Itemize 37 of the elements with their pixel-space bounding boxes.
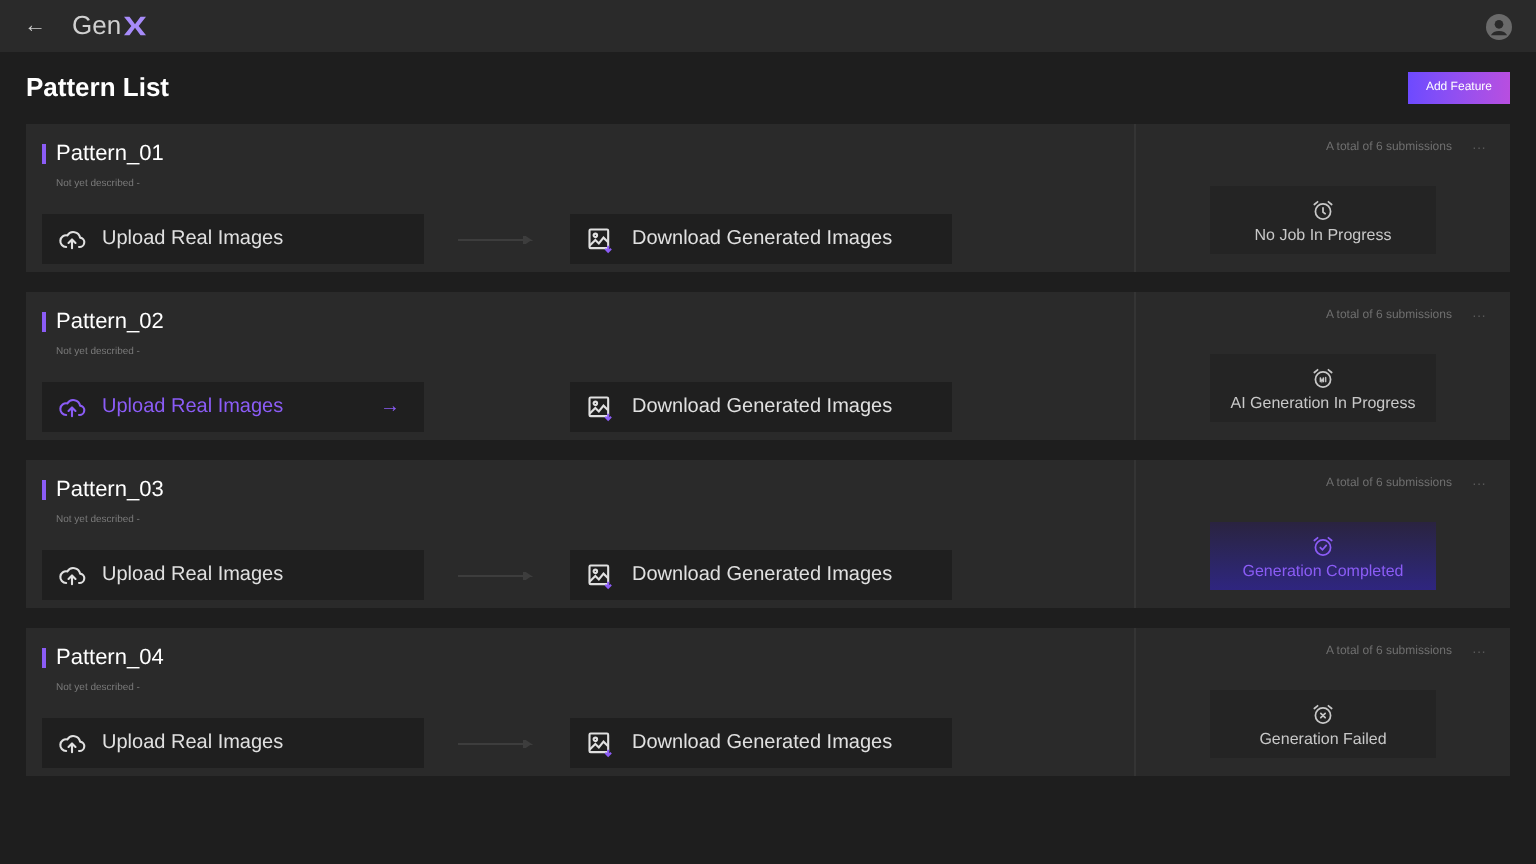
image-download-icon <box>586 393 614 421</box>
cloud-upload-icon <box>58 729 86 757</box>
download-button[interactable]: Download Generated Images <box>570 214 952 264</box>
job-status-text: AI Generation In Progress <box>1230 395 1416 411</box>
image-download-icon <box>586 561 614 589</box>
page-title: Pattern List <box>26 70 170 107</box>
upload-button[interactable]: Upload Real Images <box>42 550 424 600</box>
accent-bar <box>42 312 46 333</box>
image-download-icon <box>586 225 614 253</box>
job-status-text: Generation Failed <box>1259 731 1387 747</box>
job-status-text: Generation Completed <box>1242 563 1404 579</box>
pattern-name: Pattern_02 <box>56 308 164 338</box>
alarm-clock-icon <box>1310 197 1336 223</box>
x-mark-icon <box>123 16 146 36</box>
job-status-text: No Job In Progress <box>1254 227 1392 243</box>
user-avatar-icon[interactable] <box>1486 13 1512 39</box>
image-download-icon <box>586 729 614 757</box>
alarm-check-icon <box>1310 533 1336 559</box>
alarm-clock-icon <box>1310 365 1336 391</box>
cloud-upload-icon <box>58 561 86 589</box>
pattern-name: Pattern_04 <box>56 644 164 674</box>
pattern-name: Pattern_03 <box>56 476 164 506</box>
download-button[interactable]: Download Generated Images <box>570 382 952 432</box>
cloud-upload-icon <box>58 225 86 253</box>
upload-button[interactable]: Upload Real Images <box>42 214 424 264</box>
back-button[interactable]: ← <box>24 15 46 37</box>
brand-logo: Gen <box>72 6 146 46</box>
pattern-name: Pattern_01 <box>56 140 164 170</box>
download-button[interactable]: Download Generated Images <box>570 550 952 600</box>
alarm-x-icon <box>1310 701 1336 727</box>
accent-bar <box>42 648 46 669</box>
cloud-upload-icon <box>58 393 86 421</box>
accent-bar <box>42 144 46 165</box>
download-button[interactable]: Download Generated Images <box>570 718 952 768</box>
upload-button[interactable]: Upload Real Images <box>42 718 424 768</box>
accent-bar <box>42 480 46 501</box>
upload-button[interactable]: Upload Real Images → <box>42 382 424 432</box>
